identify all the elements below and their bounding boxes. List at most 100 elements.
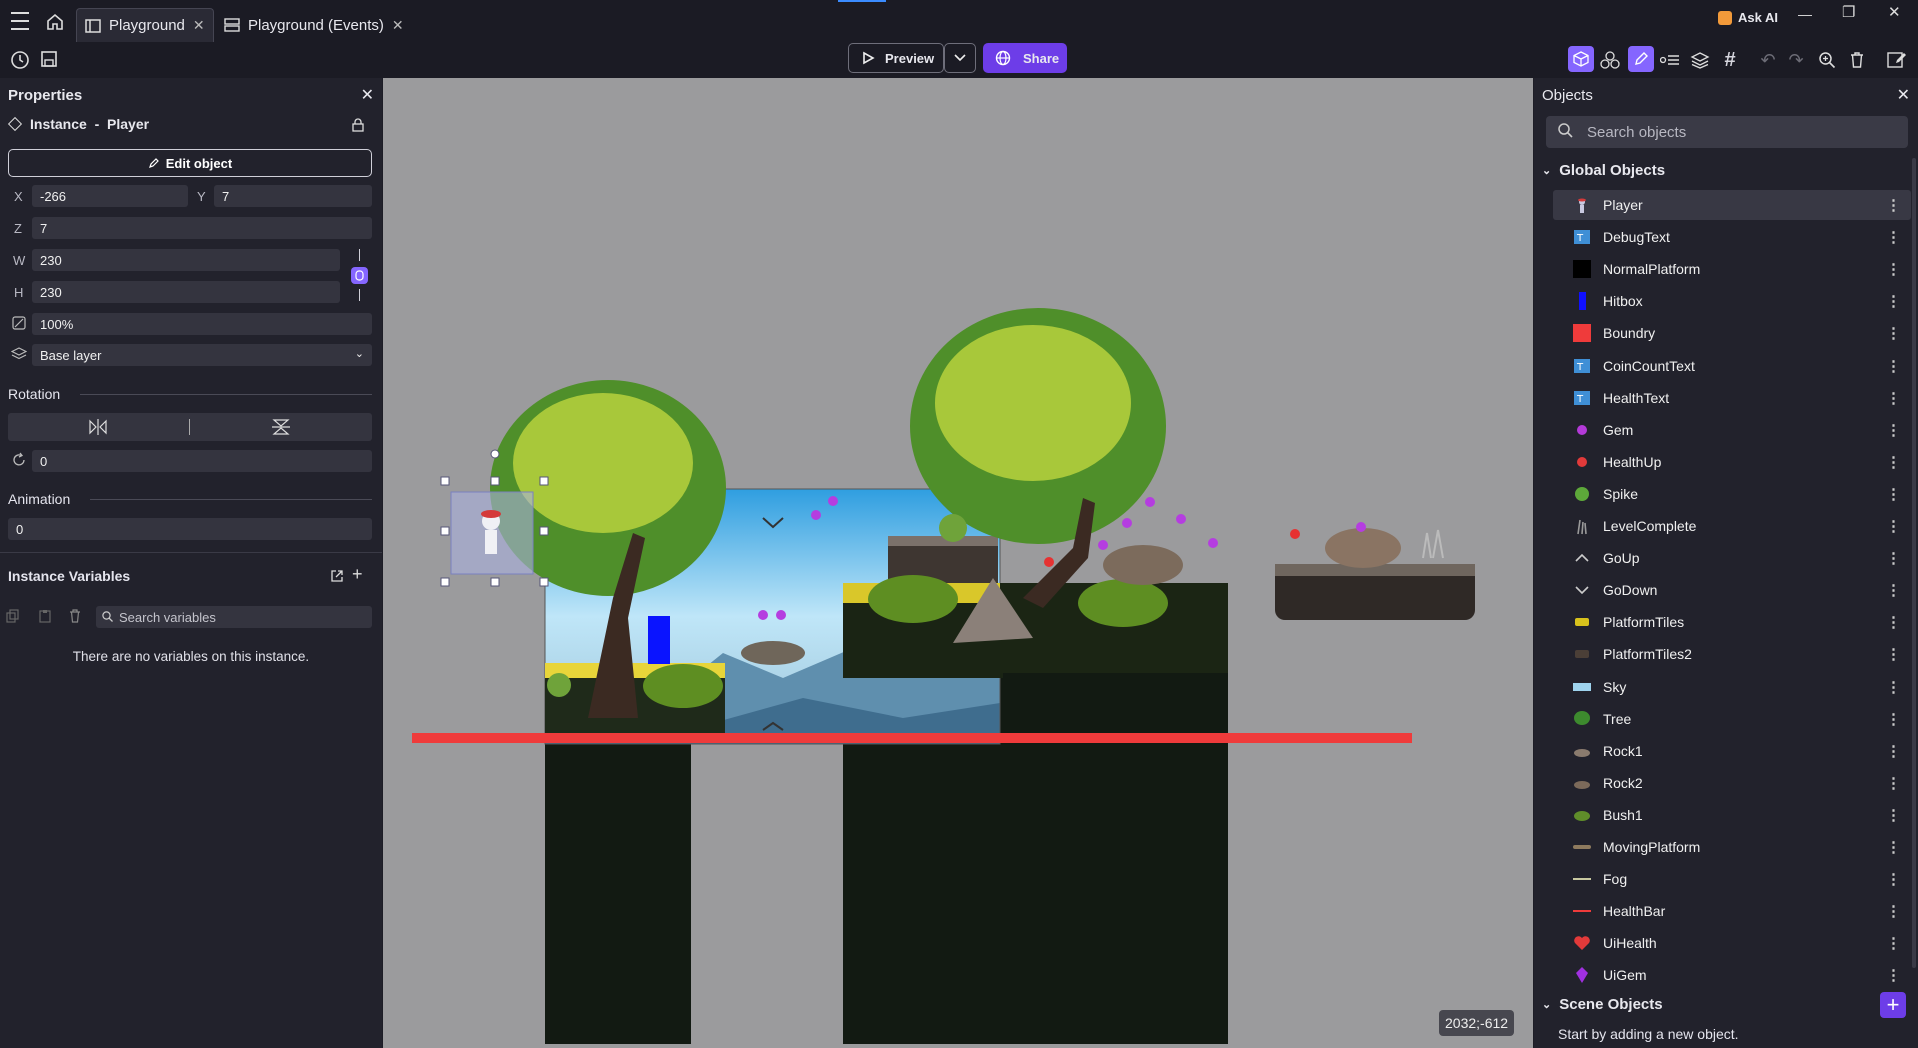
lock-icon[interactable] [352, 118, 364, 135]
width-field[interactable]: 230 [32, 249, 340, 271]
tab-playground-events[interactable]: Playground (Events) ✕ [216, 8, 412, 42]
redo-icon[interactable]: ↷ [1784, 48, 1808, 72]
object-item-movingplatform[interactable]: MovingPlatform ⋮ [1553, 832, 1911, 862]
more-options-icon[interactable]: ⋮ [1886, 421, 1901, 439]
more-options-icon[interactable]: ⋮ [1886, 228, 1901, 246]
more-options-icon[interactable]: ⋮ [1886, 453, 1901, 471]
ask-ai-button[interactable]: Ask AI [1718, 10, 1778, 25]
more-options-icon[interactable]: ⋮ [1886, 389, 1901, 407]
object-item-gem[interactable]: Gem ⋮ [1553, 415, 1911, 445]
close-window-icon[interactable]: ✕ [1888, 3, 1901, 21]
object-item-platformtiles2[interactable]: PlatformTiles2 ⋮ [1553, 639, 1911, 669]
more-options-icon[interactable]: ⋮ [1886, 581, 1901, 599]
undo-icon[interactable]: ↶ [1756, 48, 1780, 72]
grid-icon[interactable]: # [1718, 48, 1742, 72]
animation-field[interactable]: 0 [8, 518, 372, 540]
add-object-button[interactable]: + [1880, 992, 1906, 1018]
scene-canvas[interactable]: 2032;-612 [383, 78, 1533, 1048]
flip-horizontal-icon[interactable] [88, 419, 108, 438]
more-options-icon[interactable]: ⋮ [1886, 549, 1901, 567]
tab-playground[interactable]: Playground ✕ [76, 8, 214, 42]
more-options-icon[interactable]: ⋮ [1886, 806, 1901, 824]
add-variable-icon[interactable]: + [352, 564, 363, 585]
more-options-icon[interactable]: ⋮ [1886, 934, 1901, 952]
scene-objects-heading[interactable]: ⌄ Scene Objects [1542, 996, 1663, 1013]
search-variables-input[interactable]: Search variables [96, 606, 372, 628]
object-item-fog[interactable]: Fog ⋮ [1553, 864, 1911, 894]
properties-edit-icon[interactable] [1628, 46, 1654, 72]
objects-groups-icon[interactable] [1598, 48, 1622, 72]
opacity-field[interactable]: 100% [32, 313, 372, 335]
object-item-levelcomplete[interactable]: LevelComplete ⋮ [1553, 511, 1911, 541]
more-options-icon[interactable]: ⋮ [1886, 357, 1901, 375]
instances-list-icon[interactable] [1658, 48, 1682, 72]
more-options-icon[interactable]: ⋮ [1886, 517, 1901, 535]
more-options-icon[interactable]: ⋮ [1886, 324, 1901, 342]
global-objects-heading[interactable]: ⌄ Global Objects [1542, 162, 1665, 179]
keep-ratio-toggle[interactable] [351, 267, 368, 284]
copy-icon[interactable] [6, 609, 20, 626]
z-field[interactable]: 7 [32, 217, 372, 239]
object-item-tree[interactable]: Tree ⋮ [1553, 704, 1911, 734]
share-button[interactable]: Share [983, 43, 1067, 73]
object-item-normalplatform[interactable]: NormalPlatform ⋮ [1553, 254, 1911, 284]
x-field[interactable]: -266 [32, 185, 188, 207]
more-options-icon[interactable]: ⋮ [1886, 645, 1901, 663]
hamburger-menu-icon[interactable] [10, 12, 30, 30]
more-options-icon[interactable]: ⋮ [1886, 710, 1901, 728]
object-item-player[interactable]: Player ⋮ [1553, 190, 1911, 220]
delete-icon[interactable] [1845, 48, 1869, 72]
more-options-icon[interactable]: ⋮ [1886, 196, 1901, 214]
delete-variable-icon[interactable] [69, 609, 81, 626]
more-options-icon[interactable]: ⋮ [1886, 742, 1901, 760]
object-item-healthup[interactable]: HealthUp ⋮ [1553, 447, 1911, 477]
save-icon[interactable] [40, 50, 58, 68]
y-field[interactable]: 7 [214, 185, 372, 207]
close-panel-icon[interactable]: ✕ [1897, 85, 1910, 105]
search-objects-input[interactable]: Search objects [1546, 116, 1908, 148]
object-item-debugtext[interactable]: T DebugText ⋮ [1553, 222, 1911, 252]
object-mode-icon[interactable] [1568, 46, 1594, 72]
object-item-hitbox[interactable]: Hitbox ⋮ [1553, 286, 1911, 316]
object-item-rock1[interactable]: Rock1 ⋮ [1553, 736, 1911, 766]
layer-select[interactable]: Base layer ⌄ [32, 344, 372, 366]
minimize-icon[interactable]: — [1798, 6, 1812, 22]
more-options-icon[interactable]: ⋮ [1886, 966, 1901, 984]
preview-options-button[interactable] [944, 43, 976, 73]
scrollbar[interactable] [1912, 158, 1916, 968]
preview-button[interactable]: Preview [848, 43, 944, 73]
object-item-bush1[interactable]: Bush1 ⋮ [1553, 800, 1911, 830]
object-item-uihealth[interactable]: UiHealth ⋮ [1553, 928, 1911, 958]
scene-settings-icon[interactable] [1885, 48, 1909, 72]
flip-vertical-icon[interactable] [272, 418, 290, 439]
height-field[interactable]: 230 [32, 281, 340, 303]
more-options-icon[interactable]: ⋮ [1886, 292, 1901, 310]
more-options-icon[interactable]: ⋮ [1886, 870, 1901, 888]
open-external-icon[interactable] [330, 569, 344, 586]
more-options-icon[interactable]: ⋮ [1886, 838, 1901, 856]
more-options-icon[interactable]: ⋮ [1886, 613, 1901, 631]
object-item-godown[interactable]: GoDown ⋮ [1553, 575, 1911, 605]
more-options-icon[interactable]: ⋮ [1886, 485, 1901, 503]
object-item-healthbar[interactable]: HealthBar ⋮ [1553, 896, 1911, 926]
more-options-icon[interactable]: ⋮ [1886, 902, 1901, 920]
object-item-healthtext[interactable]: T HealthText ⋮ [1553, 383, 1911, 413]
object-item-platformtiles[interactable]: PlatformTiles ⋮ [1553, 607, 1911, 637]
more-options-icon[interactable]: ⋮ [1886, 774, 1901, 792]
object-item-boundry[interactable]: Boundry ⋮ [1553, 318, 1911, 348]
object-item-coincounttext[interactable]: T CoinCountText ⋮ [1553, 351, 1911, 381]
rotation-field[interactable]: 0 [32, 450, 372, 472]
object-item-spike[interactable]: Spike ⋮ [1553, 479, 1911, 509]
history-icon[interactable] [10, 50, 30, 70]
more-options-icon[interactable]: ⋮ [1886, 260, 1901, 278]
object-item-uigem[interactable]: UiGem ⋮ [1553, 960, 1911, 990]
close-tab-icon[interactable]: ✕ [392, 17, 404, 34]
home-icon[interactable] [44, 12, 66, 32]
object-item-goup[interactable]: GoUp ⋮ [1553, 543, 1911, 573]
object-item-sky[interactable]: Sky ⋮ [1553, 672, 1911, 702]
close-panel-icon[interactable]: ✕ [361, 85, 374, 105]
more-options-icon[interactable]: ⋮ [1886, 678, 1901, 696]
close-tab-icon[interactable]: ✕ [193, 17, 205, 34]
paste-icon[interactable] [38, 609, 52, 626]
zoom-icon[interactable] [1815, 48, 1839, 72]
